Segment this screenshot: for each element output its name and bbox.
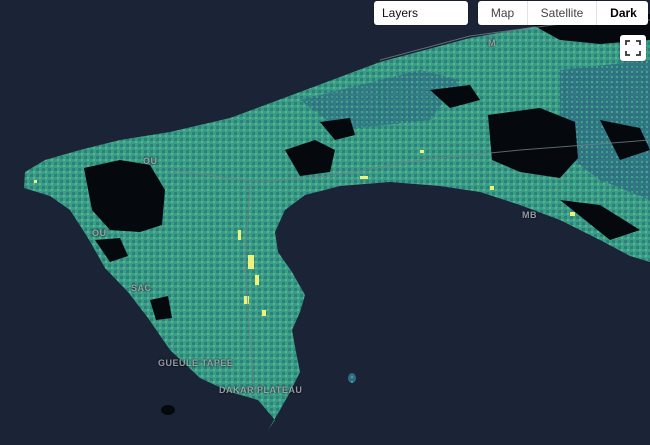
label-yoff: OU — [92, 228, 107, 238]
map-mode-button[interactable]: Map — [478, 1, 528, 25]
layers-dropdown[interactable]: Layers — [374, 1, 468, 25]
label-dakar-plateau: DAKAR PLATEAU — [219, 385, 303, 395]
goree-island — [348, 373, 356, 383]
satellite-mode-button[interactable]: Satellite — [528, 1, 597, 25]
map-mode-switcher: Map Satellite Dark — [478, 1, 648, 25]
layers-label: Layers — [382, 6, 419, 20]
fullscreen-icon — [625, 40, 641, 56]
label-ouakam: OU — [143, 156, 158, 166]
small-island — [161, 405, 175, 415]
label-sacre-coeur: SAC — [131, 283, 152, 293]
label-gueule-tapee: GUEULE TAPEE — [158, 358, 234, 368]
label-mbao: MB — [522, 210, 537, 220]
population-density-map[interactable] — [0, 0, 650, 445]
dark-mode-button[interactable]: Dark — [597, 1, 648, 25]
label-top: M — [488, 38, 496, 48]
fullscreen-button[interactable] — [620, 35, 646, 61]
